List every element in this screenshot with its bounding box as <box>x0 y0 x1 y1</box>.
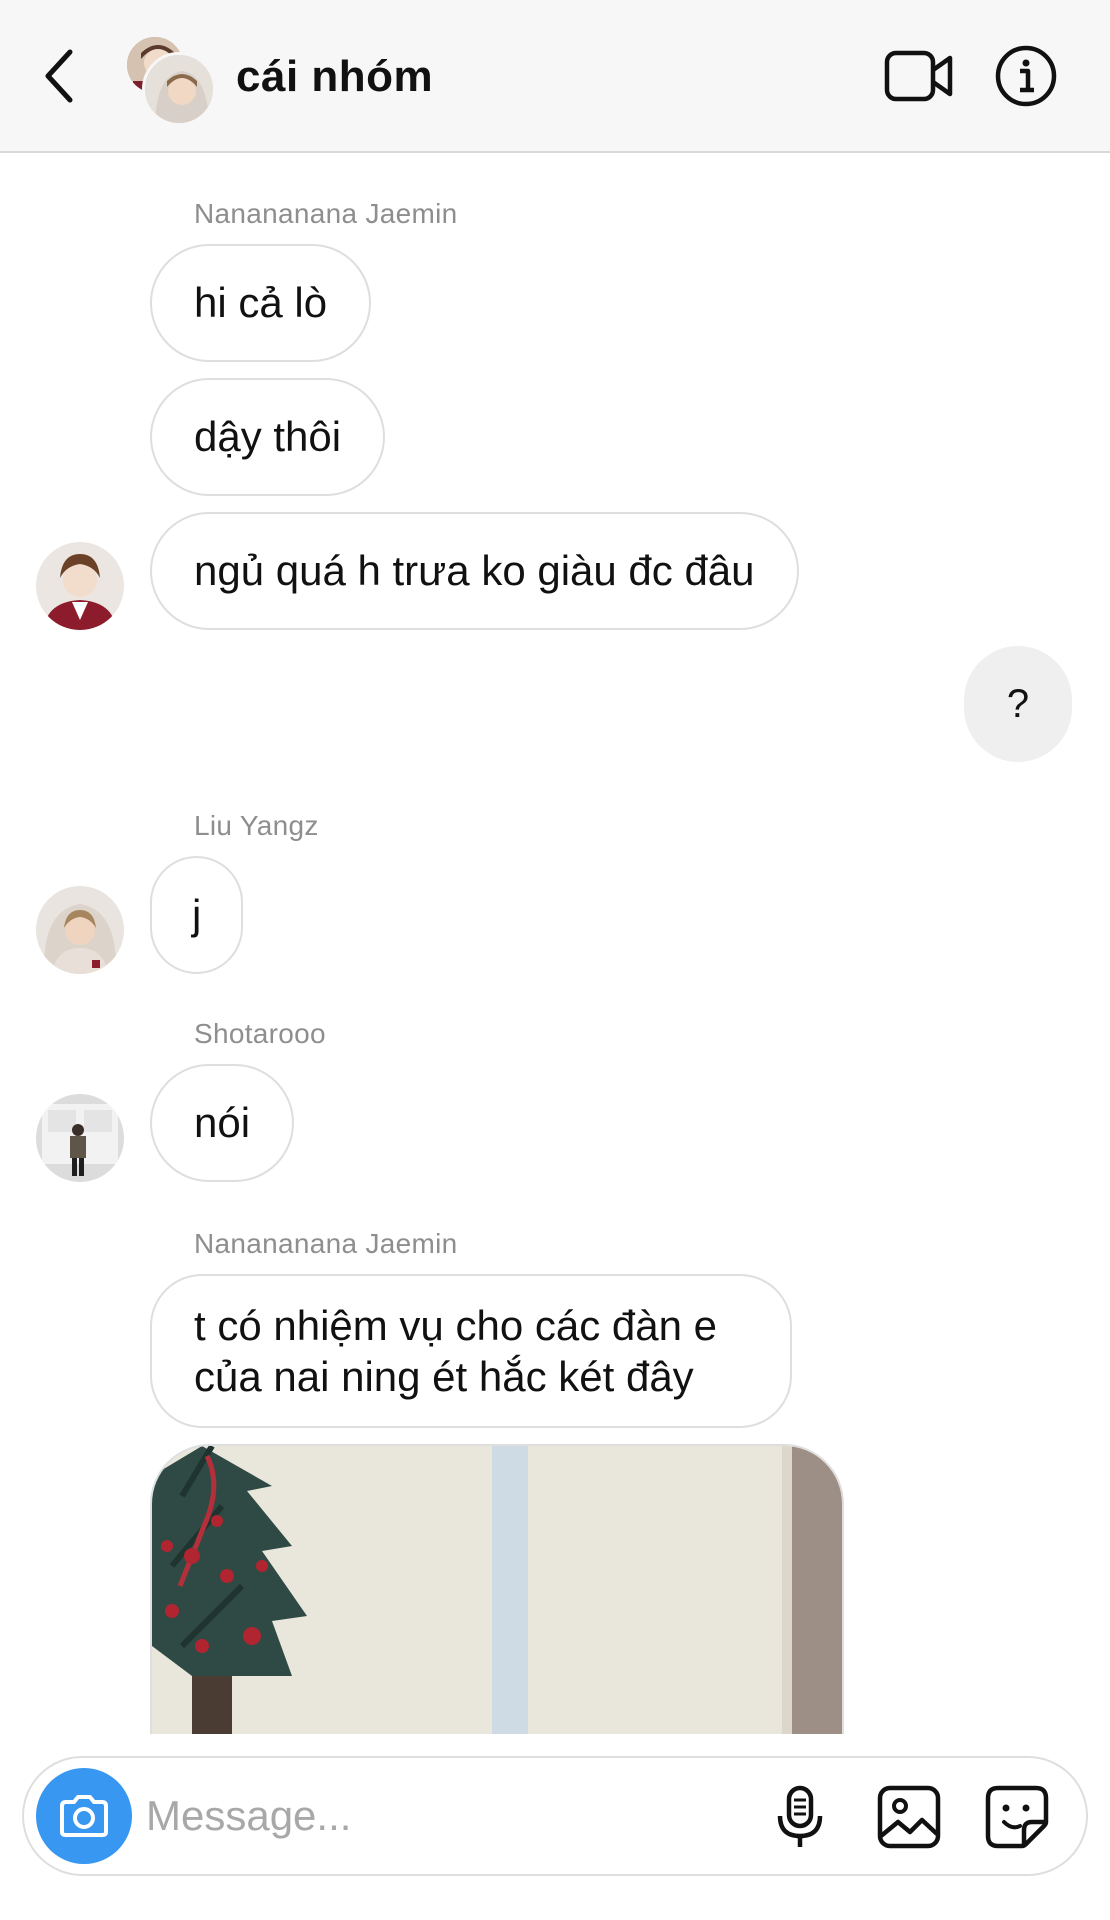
avatar[interactable] <box>36 1094 124 1182</box>
message-bubble[interactable]: nói <box>150 1064 295 1182</box>
info-icon <box>995 45 1057 107</box>
video-call-button[interactable] <box>884 48 954 104</box>
message-composer <box>22 1756 1088 1876</box>
chat-title[interactable]: cái nhóm <box>236 52 433 102</box>
message-bubble[interactable]: j <box>150 856 244 974</box>
message-bubble[interactable]: hi cả lò <box>150 244 372 362</box>
camera-button[interactable] <box>36 1768 132 1864</box>
info-button[interactable] <box>994 44 1058 108</box>
camera-icon <box>60 1795 108 1837</box>
message-input[interactable] <box>146 1786 646 1846</box>
message-bubble[interactable]: t có nhiệm vụ cho các đàn e của nai ning… <box>150 1274 792 1428</box>
chevron-left-icon <box>45 49 73 103</box>
video-camera-icon <box>884 50 953 102</box>
chat-header: cái nhóm <box>0 0 1110 153</box>
sender-name: Nanananana Jaemin <box>194 1228 458 1259</box>
sender-name: Liu Yangz <box>194 810 319 841</box>
image-icon <box>877 1785 941 1849</box>
self-message-bubble[interactable]: ? <box>964 646 1072 762</box>
photo-message[interactable] <box>150 1444 844 1734</box>
message-bubble[interactable]: dậy thôi <box>150 378 386 496</box>
sticker-icon <box>985 1785 1049 1849</box>
gallery-button[interactable] <box>876 1784 942 1850</box>
sender-name: Nanananana Jaemin <box>194 198 458 229</box>
sticker-button[interactable] <box>984 1784 1050 1850</box>
avatar[interactable] <box>36 542 124 630</box>
group-avatar[interactable] <box>124 34 216 126</box>
back-button[interactable] <box>36 44 84 108</box>
group-avatar-front <box>142 52 216 126</box>
voice-message-button[interactable] <box>774 1784 826 1852</box>
sender-name: Shotarooo <box>194 1018 326 1049</box>
microphone-icon <box>777 1785 823 1847</box>
composer-area <box>0 1734 1110 1920</box>
avatar[interactable] <box>36 886 124 974</box>
message-bubble[interactable]: ngủ quá h trưa ko giàu đc đâu <box>150 512 799 630</box>
